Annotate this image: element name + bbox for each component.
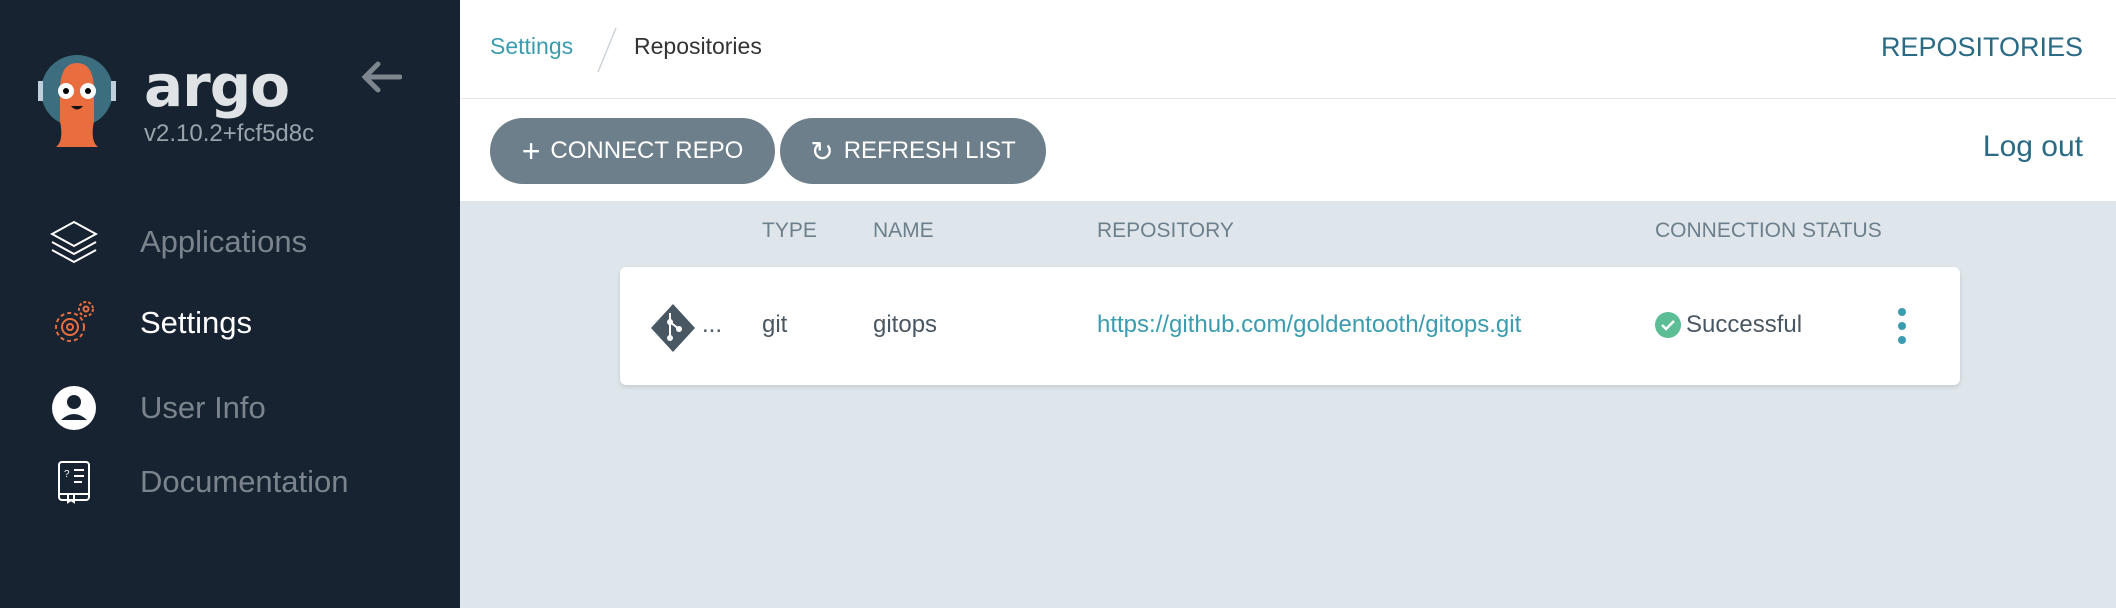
sidebar-item-label: Settings <box>140 305 253 340</box>
column-header-connection-status: CONNECTION STATUS <box>1655 219 1882 242</box>
sidebar-item-label: Documentation <box>140 464 349 499</box>
connect-repo-button[interactable]: + CONNECT REPO <box>490 118 775 184</box>
svg-text:?: ? <box>64 469 70 480</box>
breadcrumb-repositories: Repositories <box>634 33 762 59</box>
brand-name: argo <box>144 52 290 120</box>
top-bar: Settings Repositories REPOSITORIES <box>460 0 2116 99</box>
success-check-icon <box>1655 312 1681 338</box>
column-header-name: NAME <box>873 219 934 242</box>
main-content: Settings Repositories REPOSITORIES + CONN… <box>460 0 2116 608</box>
version-label: v2.10.2+fcf5d8c <box>144 120 315 147</box>
refresh-icon: ↻ <box>810 135 834 167</box>
user-icon <box>50 384 98 432</box>
repo-url-link[interactable]: https://github.com/goldentooth/gitops.gi… <box>1097 311 1521 339</box>
sidebar-item-applications[interactable]: Applications <box>0 212 460 272</box>
sidebar-item-label: User Info <box>140 390 266 425</box>
column-header-type: TYPE <box>762 219 817 242</box>
breadcrumb-separator <box>597 27 617 73</box>
repo-icon-ellipsis: ... <box>702 311 723 338</box>
table-row[interactable]: ... git gitops https://github.com/golden… <box>620 267 1960 385</box>
refresh-list-label: REFRESH LIST <box>843 137 1016 164</box>
plus-icon: + <box>521 132 541 169</box>
connect-repo-label: CONNECT REPO <box>550 137 744 164</box>
more-options-icon[interactable] <box>1896 307 1908 345</box>
toolbar: + CONNECT REPO ↻ REFRESH LIST Log out <box>460 99 2116 201</box>
breadcrumb-settings[interactable]: Settings <box>490 33 573 60</box>
sidebar: argo v2.10.2+fcf5d8c Applications Settin… <box>0 0 460 608</box>
sidebar-item-settings[interactable]: Settings <box>0 293 460 353</box>
git-icon <box>651 304 695 352</box>
connection-status: Successful <box>1686 311 1803 338</box>
layers-icon <box>50 218 98 266</box>
column-header-repository: REPOSITORY <box>1097 219 1234 242</box>
collapse-arrow-icon[interactable] <box>360 60 402 94</box>
argo-logo <box>38 55 116 147</box>
logout-link[interactable]: Log out <box>1983 130 2083 164</box>
repo-name: gitops <box>873 311 938 338</box>
gear-icon <box>50 299 98 347</box>
book-icon: ? <box>50 458 98 506</box>
sidebar-item-user-info[interactable]: User Info <box>0 378 460 438</box>
refresh-list-button[interactable]: ↻ REFRESH LIST <box>780 118 1046 184</box>
page-title: REPOSITORIES <box>1880 32 2083 62</box>
sidebar-item-documentation[interactable]: ? Documentation <box>0 452 460 512</box>
repo-type: git <box>762 311 788 338</box>
sidebar-item-label: Applications <box>140 224 308 259</box>
